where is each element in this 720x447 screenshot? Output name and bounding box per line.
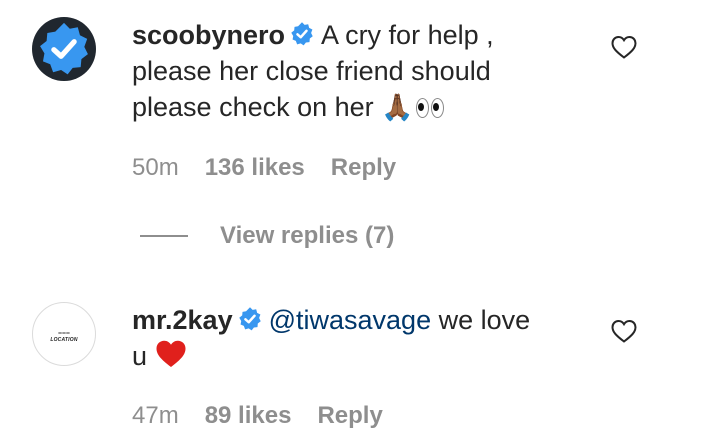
pray-emoji-icon: 🙏🏾: [381, 92, 414, 122]
verified-badge-icon: [238, 307, 261, 331]
timestamp: 47m: [132, 402, 179, 429]
logo-mark-icon: ⩶: [58, 329, 70, 337]
divider-line: [140, 235, 188, 237]
mention-link[interactable]: @tiwasavage: [269, 305, 432, 335]
comment-body: mr.2kay @tiwasavage we love u: [132, 302, 552, 374]
verified-badge-icon: [291, 22, 313, 46]
likes-count[interactable]: 89 likes: [205, 402, 292, 430]
comment-1: scoobynero A cry for help , please her cl…: [0, 0, 720, 200]
username[interactable]: scoobynero: [132, 20, 285, 50]
reply-button[interactable]: Reply: [317, 402, 382, 430]
view-replies-label[interactable]: View replies (7): [220, 222, 394, 250]
verified-badge-avatar-icon: [40, 22, 88, 75]
comment-2: ⩶ LOCATION mr.2kay @tiwasavage we love u …: [0, 290, 720, 447]
comment-body: scoobynero A cry for help , please her cl…: [132, 17, 552, 125]
username[interactable]: mr.2kay: [132, 305, 233, 335]
view-replies-button[interactable]: View replies (7): [140, 222, 394, 250]
likes-count[interactable]: 136 likes: [205, 154, 305, 182]
reply-button[interactable]: Reply: [331, 154, 396, 182]
avatar-mr2kay[interactable]: ⩶ LOCATION: [32, 302, 96, 366]
timestamp: 50m: [132, 154, 179, 181]
like-heart-icon[interactable]: [610, 318, 638, 344]
eyes-emoji-icon: [415, 98, 444, 118]
like-heart-icon[interactable]: [610, 34, 638, 60]
avatar-scoobynero[interactable]: [32, 17, 96, 81]
comment-meta: 50m 136 likes Reply: [132, 154, 396, 182]
red-heart-emoji-icon: [156, 340, 186, 367]
comment-meta: 47m 89 likes Reply: [132, 402, 383, 430]
avatar-logo-text: LOCATION: [50, 336, 78, 343]
